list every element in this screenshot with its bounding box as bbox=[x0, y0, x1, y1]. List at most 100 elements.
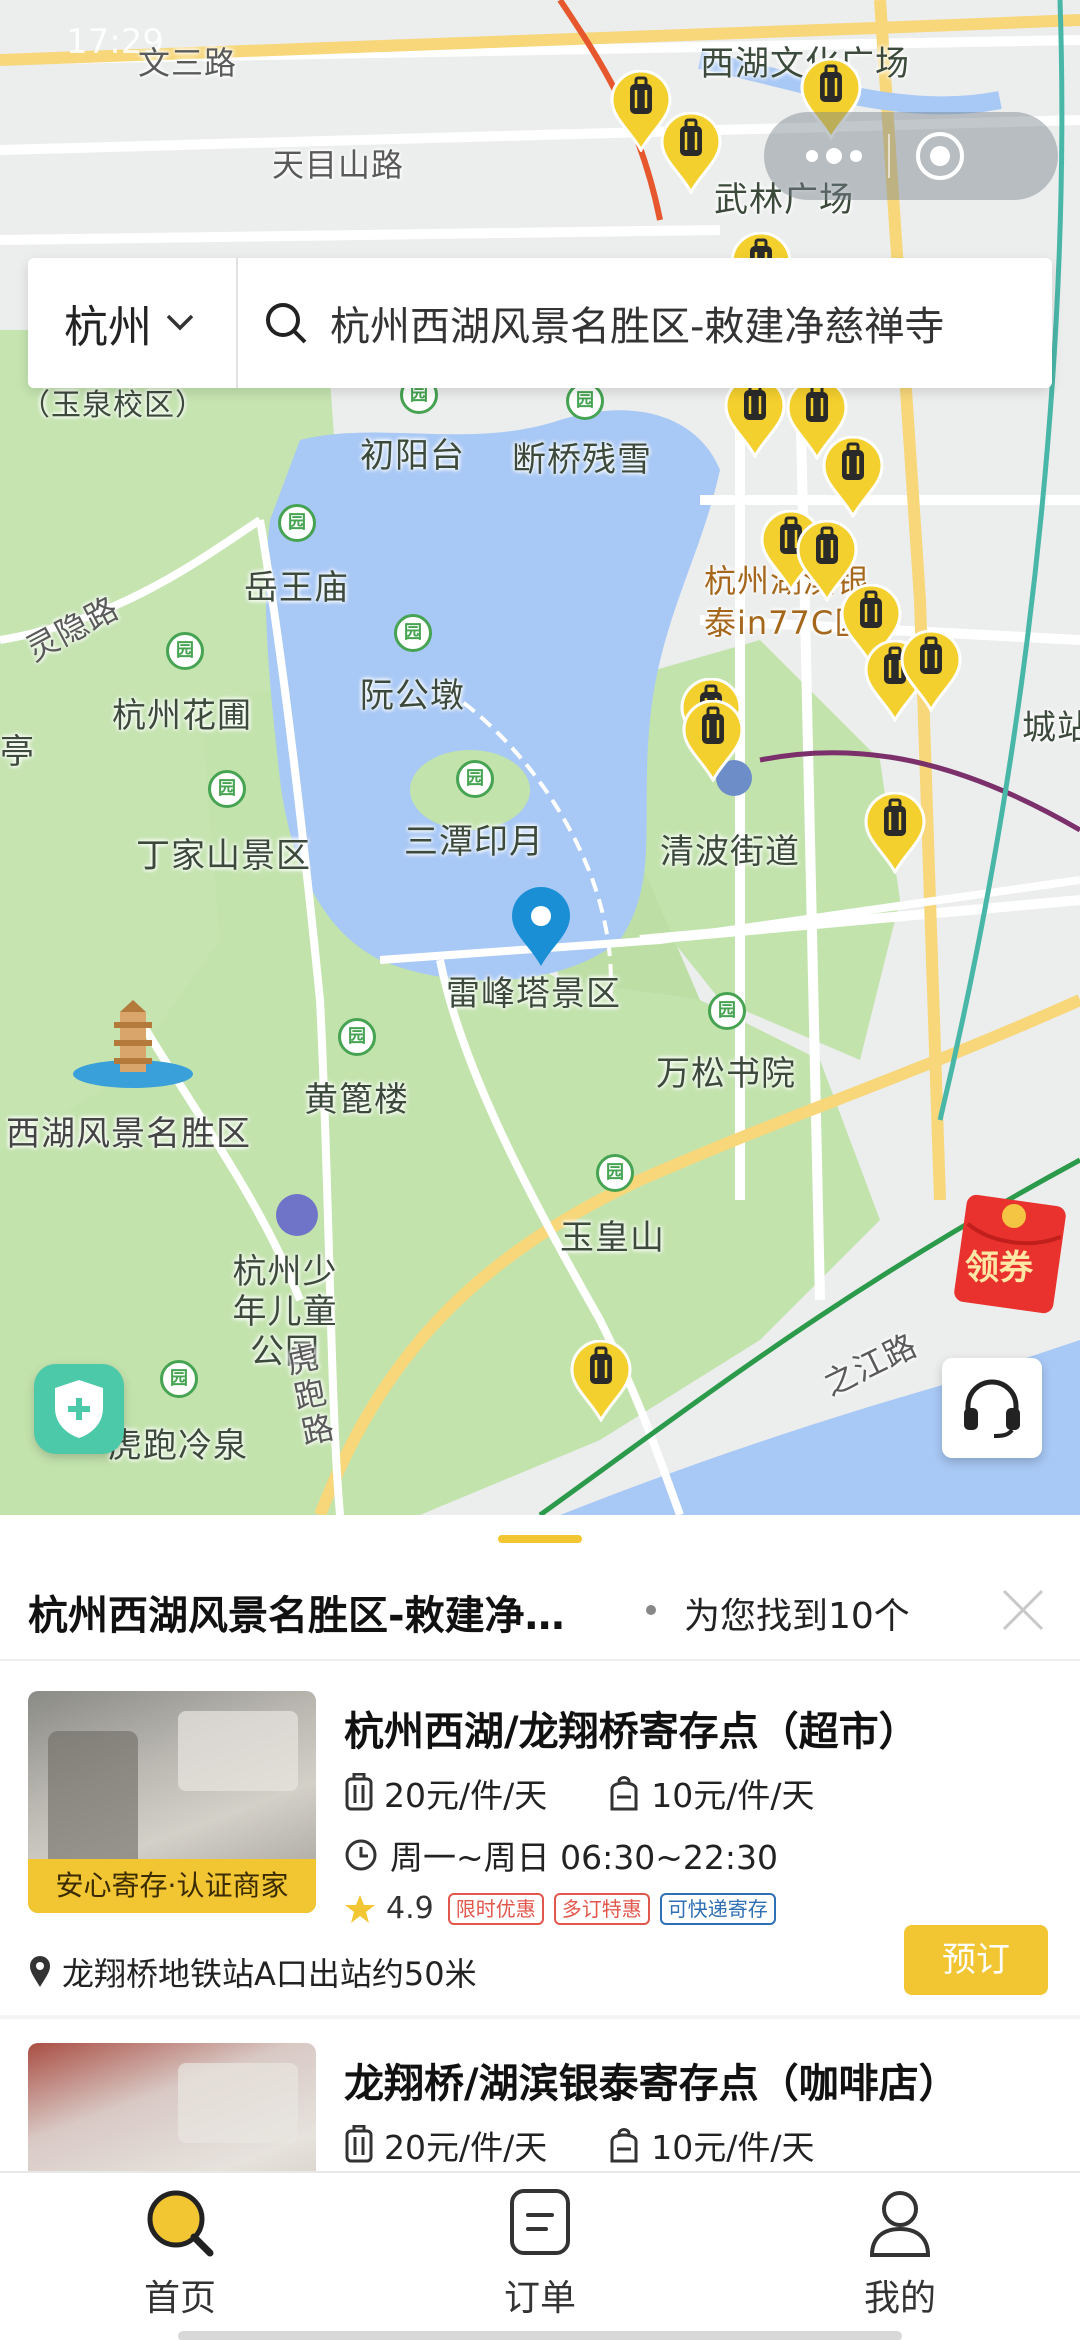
map-label: 虎跑冷泉 bbox=[108, 1426, 248, 1466]
results-place-title: 杭州西湖风景名胜区-敕建净… bbox=[28, 1593, 565, 1639]
backpack-icon bbox=[610, 1776, 638, 1811]
star-icon bbox=[345, 1894, 375, 1923]
shield-icon bbox=[55, 1380, 103, 1438]
storage-photo bbox=[28, 2043, 316, 2171]
tab-mine[interactable]: 我的 bbox=[800, 2187, 1000, 2321]
search-bar[interactable]: 杭州 杭州西湖风景名胜区-敕建净慈禅寺 bbox=[28, 258, 1052, 388]
luggage-storage-pin-icon[interactable] bbox=[570, 1340, 632, 1422]
opening-hours: 周一~周日 06:30~22:30 bbox=[390, 1838, 778, 1877]
more-icon[interactable] bbox=[804, 148, 864, 164]
orders-icon bbox=[510, 2189, 570, 2255]
location-pin-icon[interactable] bbox=[510, 886, 572, 968]
map-view[interactable]: 17:29 文三路 天目山路 西湖文化广场 武林广场 （玉泉校区） 初阳台 断桥… bbox=[0, 0, 1080, 1515]
clock-icon bbox=[345, 1839, 377, 1871]
miniprogram-capsule[interactable] bbox=[764, 112, 1058, 200]
map-label: 黄篦楼 bbox=[304, 1080, 409, 1120]
map-label: 天目山路 bbox=[272, 146, 405, 184]
backpack-icon bbox=[610, 2128, 638, 2163]
luggage-storage-pin-icon[interactable] bbox=[864, 792, 926, 874]
location-text: 龙翔桥地铁站A口出站约50米 bbox=[62, 1955, 477, 1993]
price-row: 20元/件/天 10元/件/天 bbox=[344, 2121, 814, 2169]
price-small: 10元/件/天 bbox=[651, 2128, 815, 2167]
rating-row: 4.9 限时优惠 多订特惠 可快递寄存 bbox=[344, 1891, 786, 1926]
separator-dot bbox=[646, 1605, 656, 1615]
location-row: 龙翔桥地铁站A口出站约50米 bbox=[28, 1949, 477, 1995]
tab-orders[interactable]: 订单 bbox=[440, 2187, 640, 2321]
city-name: 杭州 bbox=[64, 302, 152, 353]
map-label: 玉皇山 bbox=[560, 1218, 665, 1258]
map-label: 雷峰塔景区 bbox=[446, 974, 621, 1014]
map-label: 初阳台 bbox=[360, 436, 465, 476]
customer-service-button[interactable] bbox=[942, 1358, 1042, 1458]
luggage-icon bbox=[345, 1773, 373, 1811]
results-sheet[interactable]: 杭州西湖风景名胜区-敕建净… 为您找到10个 安心寄存·认证商家 杭州西湖/龙翔… bbox=[0, 1515, 1080, 2171]
pagoda-landmark-icon bbox=[73, 1000, 193, 1088]
home-search-icon bbox=[147, 2190, 214, 2257]
certified-badge: 安心寄存·认证商家 bbox=[28, 1859, 316, 1913]
scenic-poi-icon[interactable]: 园 bbox=[208, 770, 246, 808]
storage-card[interactable]: 安心寄存·认证商家 杭州西湖/龙翔桥寄存点（超市） 20元/件/天 10元/件/… bbox=[0, 1663, 1080, 2015]
map-label: 阮公墩 bbox=[360, 676, 465, 716]
sheet-drag-handle[interactable] bbox=[498, 1535, 582, 1543]
luggage-storage-pin-icon[interactable] bbox=[822, 436, 884, 518]
luggage-storage-pin-icon[interactable] bbox=[682, 700, 744, 782]
map-label: 亭 bbox=[0, 732, 35, 772]
tab-home[interactable]: 首页 bbox=[80, 2187, 280, 2321]
scenic-poi-icon[interactable]: 园 bbox=[708, 992, 746, 1030]
chevron-down-icon bbox=[166, 314, 194, 331]
map-base bbox=[0, 0, 1080, 1515]
scenic-poi-icon[interactable]: 园 bbox=[394, 614, 432, 652]
map-label: 断桥残雪 bbox=[512, 440, 652, 480]
close-miniprogram-icon[interactable] bbox=[914, 130, 966, 182]
luggage-storage-pin-icon[interactable] bbox=[724, 376, 786, 458]
hours-row: 周一~周日 06:30~22:30 bbox=[344, 1831, 778, 1879]
luggage-icon bbox=[345, 2125, 373, 2163]
map-label: 岳王庙 bbox=[244, 568, 349, 608]
scenic-poi-icon[interactable]: 园 bbox=[596, 1154, 634, 1192]
tag-limited-offer: 限时优惠 bbox=[447, 1892, 544, 1925]
scenic-poi-icon[interactable]: 园 bbox=[278, 504, 316, 542]
map-label: 城站 bbox=[1022, 708, 1080, 748]
tab-mine-label: 我的 bbox=[863, 2278, 936, 2319]
coupon-label: 领券 bbox=[965, 1248, 1033, 1288]
map-label: 西湖风景名胜区 bbox=[6, 1114, 251, 1154]
headset-icon bbox=[964, 1379, 1020, 1438]
luggage-storage-pin-icon[interactable] bbox=[900, 630, 962, 712]
map-label: 万松书院 bbox=[656, 1054, 796, 1094]
tab-orders-label: 订单 bbox=[503, 2278, 576, 2319]
price-row: 20元/件/天 10元/件/天 bbox=[344, 1769, 814, 1817]
scenic-poi-icon[interactable]: 园 bbox=[338, 1018, 376, 1056]
bottom-tab-bar: 首页 订单 我的 bbox=[0, 2171, 1080, 2340]
search-icon bbox=[266, 303, 307, 344]
results-header: 杭州西湖风景名胜区-敕建净… 为您找到10个 bbox=[0, 1555, 1080, 1661]
scenic-poi-icon[interactable]: 园 bbox=[166, 632, 204, 670]
home-indicator bbox=[178, 2331, 902, 2340]
map-label: 文三路 bbox=[138, 44, 238, 82]
rating-value: 4.9 bbox=[386, 1891, 434, 1926]
map-label: 丁家山景区 bbox=[136, 836, 311, 876]
storage-title: 龙翔桥/湖滨银泰寄存点（咖啡店） bbox=[344, 2061, 959, 2107]
tag-multi-discount: 多订特惠 bbox=[553, 1892, 650, 1925]
coupon-button[interactable]: 领券 bbox=[950, 1186, 1080, 1316]
tag-express: 可快递寄存 bbox=[659, 1892, 776, 1925]
price-small: 10元/件/天 bbox=[651, 1776, 815, 1815]
price-large: 20元/件/天 bbox=[384, 1776, 548, 1815]
price-large: 20元/件/天 bbox=[384, 2128, 548, 2167]
close-icon[interactable] bbox=[1000, 1587, 1046, 1633]
scenic-poi-icon[interactable]: 园 bbox=[456, 760, 494, 798]
location-icon bbox=[30, 1956, 50, 1987]
luggage-storage-pin-icon[interactable] bbox=[660, 112, 722, 194]
storage-title: 杭州西湖/龙翔桥寄存点（超市） bbox=[344, 1709, 919, 1755]
map-label: 杭州花圃 bbox=[112, 696, 252, 736]
storage-card[interactable]: 龙翔桥/湖滨银泰寄存点（咖啡店） 20元/件/天 10元/件/天 bbox=[0, 2015, 1080, 2171]
search-input[interactable]: 杭州西湖风景名胜区-敕建净慈禅寺 bbox=[330, 294, 944, 352]
map-label: 清波街道 bbox=[660, 832, 800, 872]
book-button[interactable]: 预订 bbox=[904, 1925, 1048, 1995]
park-poi-icon[interactable] bbox=[276, 1194, 318, 1236]
safety-button[interactable] bbox=[34, 1364, 124, 1454]
results-count: 为您找到10个 bbox=[684, 1596, 910, 1637]
scenic-poi-icon[interactable]: 园 bbox=[160, 1360, 198, 1398]
map-label: 三潭印月 bbox=[404, 822, 544, 862]
profile-icon bbox=[869, 2191, 931, 2257]
city-selector[interactable]: 杭州 bbox=[28, 258, 238, 388]
